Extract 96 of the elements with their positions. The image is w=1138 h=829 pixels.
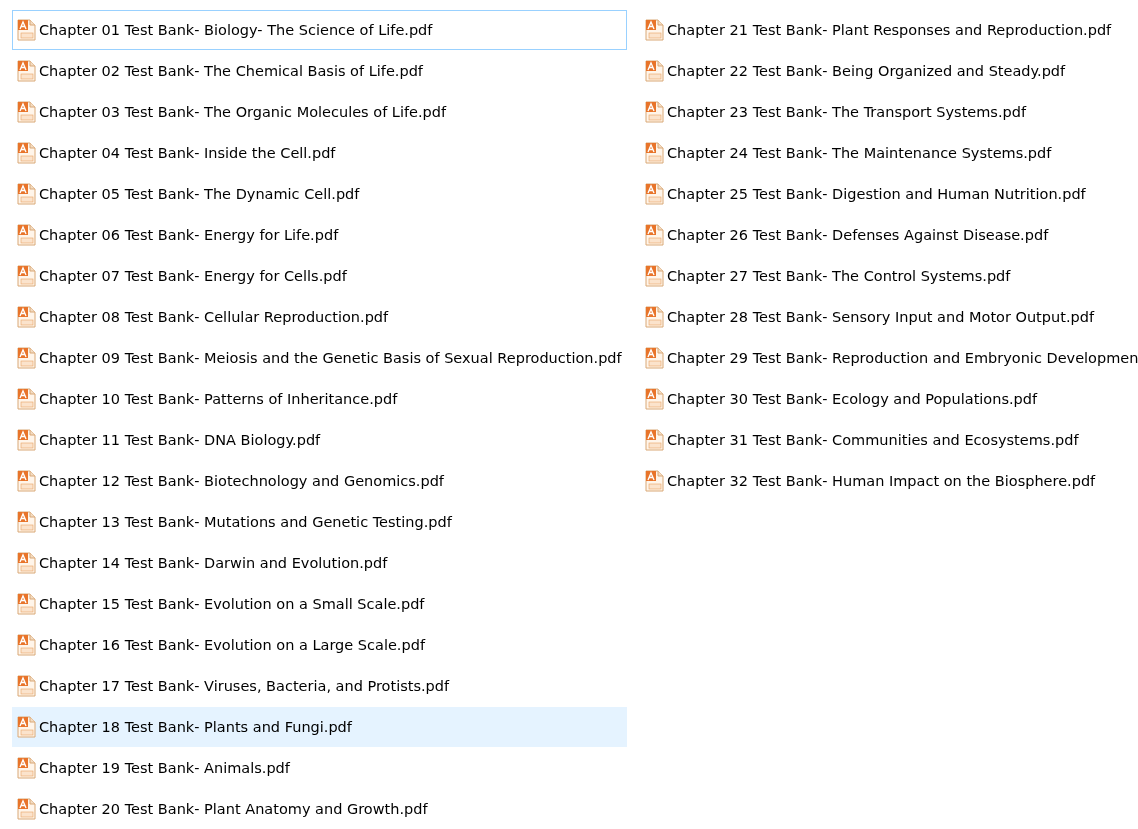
file-name: Chapter 18 Test Bank- Plants and Fungi.pdf	[39, 719, 352, 735]
file-item[interactable]: Chapter 08 Test Bank- Cellular Reproduction.pdf	[12, 297, 627, 337]
file-name: Chapter 31 Test Bank- Communities and Ecosystems.pdf	[667, 432, 1079, 448]
pdf-file-icon	[645, 60, 665, 82]
pdf-file-icon	[17, 593, 37, 615]
file-name: Chapter 25 Test Bank- Digestion and Human Nutrition.pdf	[667, 186, 1086, 202]
pdf-file-icon	[645, 470, 665, 492]
pdf-file-icon	[645, 347, 665, 369]
pdf-file-icon	[17, 224, 37, 246]
pdf-file-icon	[645, 306, 665, 328]
file-name: Chapter 09 Test Bank- Meiosis and the Genetic Basis of Sexual Reproduction.pdf	[39, 350, 622, 366]
file-name: Chapter 05 Test Bank- The Dynamic Cell.pdf	[39, 186, 360, 202]
pdf-file-icon	[645, 183, 665, 205]
file-item[interactable]: Chapter 16 Test Bank- Evolution on a Large Scale.pdf	[12, 625, 627, 665]
file-name: Chapter 14 Test Bank- Darwin and Evolution.pdf	[39, 555, 388, 571]
pdf-file-icon	[17, 798, 37, 820]
file-item[interactable]: Chapter 12 Test Bank- Biotechnology and Genomics.pdf	[12, 461, 627, 501]
file-item[interactable]: Chapter 02 Test Bank- The Chemical Basis of Life.pdf	[12, 51, 627, 91]
file-item[interactable]: Chapter 10 Test Bank- Patterns of Inheritance.pdf	[12, 379, 627, 419]
file-item[interactable]: Chapter 17 Test Bank- Viruses, Bacteria, and Protists.pdf	[12, 666, 627, 706]
file-name: Chapter 12 Test Bank- Biotechnology and Genomics.pdf	[39, 473, 444, 489]
file-name: Chapter 28 Test Bank- Sensory Input and Motor Output.pdf	[667, 309, 1094, 325]
pdf-file-icon	[17, 429, 37, 451]
pdf-file-icon	[17, 634, 37, 656]
pdf-file-icon	[17, 716, 37, 738]
pdf-file-icon	[645, 224, 665, 246]
file-item[interactable]: Chapter 22 Test Bank- Being Organized and Steady.pdf	[640, 51, 1138, 91]
file-name: Chapter 11 Test Bank- DNA Biology.pdf	[39, 432, 321, 448]
file-name: Chapter 15 Test Bank- Evolution on a Small Scale.pdf	[39, 596, 425, 612]
file-name: Chapter 02 Test Bank- The Chemical Basis of Life.pdf	[39, 63, 423, 79]
file-name: Chapter 22 Test Bank- Being Organized and Steady.pdf	[667, 63, 1066, 79]
file-name: Chapter 21 Test Bank- Plant Responses and Reproduction.pdf	[667, 22, 1112, 38]
file-name: Chapter 17 Test Bank- Viruses, Bacteria, and Protists.pdf	[39, 678, 450, 694]
pdf-file-icon	[645, 265, 665, 287]
file-item[interactable]: Chapter 05 Test Bank- The Dynamic Cell.pdf	[12, 174, 627, 214]
file-item[interactable]: Chapter 31 Test Bank- Communities and Ecosystems.pdf	[640, 420, 1138, 460]
file-item[interactable]: Chapter 26 Test Bank- Defenses Against Disease.pdf	[640, 215, 1138, 255]
pdf-file-icon	[645, 429, 665, 451]
pdf-file-icon	[645, 19, 665, 41]
file-item[interactable]: Chapter 03 Test Bank- The Organic Molecules of Life.pdf	[12, 92, 627, 132]
file-item[interactable]: Chapter 29 Test Bank- Reproduction and Embryonic Developmen	[640, 338, 1138, 378]
pdf-file-icon	[17, 757, 37, 779]
pdf-file-icon	[17, 552, 37, 574]
file-item[interactable]: Chapter 20 Test Bank- Plant Anatomy and Growth.pdf	[12, 789, 627, 829]
pdf-file-icon	[17, 142, 37, 164]
pdf-file-icon	[17, 265, 37, 287]
file-item[interactable]: Chapter 06 Test Bank- Energy for Life.pdf	[12, 215, 627, 255]
file-item[interactable]: Chapter 27 Test Bank- The Control Systems.pdf	[640, 256, 1138, 296]
file-name: Chapter 24 Test Bank- The Maintenance Systems.pdf	[667, 145, 1052, 161]
file-item[interactable]: Chapter 11 Test Bank- DNA Biology.pdf	[12, 420, 627, 460]
pdf-file-icon	[17, 306, 37, 328]
file-item[interactable]: Chapter 04 Test Bank- Inside the Cell.pdf	[12, 133, 627, 173]
file-item[interactable]: Chapter 19 Test Bank- Animals.pdf	[12, 748, 627, 788]
file-name: Chapter 03 Test Bank- The Organic Molecules of Life.pdf	[39, 104, 447, 120]
pdf-file-icon	[17, 19, 37, 41]
file-name: Chapter 07 Test Bank- Energy for Cells.pdf	[39, 268, 347, 284]
file-item[interactable]: Chapter 09 Test Bank- Meiosis and the Genetic Basis of Sexual Reproduction.pdf	[12, 338, 627, 378]
file-name: Chapter 04 Test Bank- Inside the Cell.pdf	[39, 145, 336, 161]
file-item[interactable]: Chapter 07 Test Bank- Energy for Cells.pdf	[12, 256, 627, 296]
pdf-file-icon	[17, 675, 37, 697]
file-item[interactable]: Chapter 18 Test Bank- Plants and Fungi.pdf	[12, 707, 627, 747]
pdf-file-icon	[645, 388, 665, 410]
pdf-file-icon	[17, 470, 37, 492]
file-name: Chapter 26 Test Bank- Defenses Against Disease.pdf	[667, 227, 1049, 243]
file-item[interactable]: Chapter 13 Test Bank- Mutations and Genetic Testing.pdf	[12, 502, 627, 542]
file-item[interactable]: Chapter 24 Test Bank- The Maintenance Systems.pdf	[640, 133, 1138, 173]
pdf-file-icon	[17, 511, 37, 533]
file-name: Chapter 01 Test Bank- Biology- The Science of Life.pdf	[39, 22, 433, 38]
pdf-file-icon	[17, 388, 37, 410]
file-name: Chapter 10 Test Bank- Patterns of Inheritance.pdf	[39, 391, 398, 407]
file-name: Chapter 29 Test Bank- Reproduction and Embryonic Developmen	[667, 350, 1138, 366]
file-item[interactable]: Chapter 32 Test Bank- Human Impact on the Biosphere.pdf	[640, 461, 1138, 501]
file-item[interactable]: Chapter 15 Test Bank- Evolution on a Small Scale.pdf	[12, 584, 627, 624]
file-name: Chapter 30 Test Bank- Ecology and Populations.pdf	[667, 391, 1038, 407]
file-item[interactable]: Chapter 14 Test Bank- Darwin and Evolution.pdf	[12, 543, 627, 583]
pdf-file-icon	[17, 347, 37, 369]
file-item[interactable]: Chapter 25 Test Bank- Digestion and Human Nutrition.pdf	[640, 174, 1138, 214]
file-name: Chapter 13 Test Bank- Mutations and Genetic Testing.pdf	[39, 514, 452, 530]
pdf-file-icon	[645, 142, 665, 164]
file-item[interactable]: Chapter 01 Test Bank- Biology- The Science of Life.pdf	[12, 10, 627, 50]
file-name: Chapter 06 Test Bank- Energy for Life.pdf	[39, 227, 339, 243]
pdf-file-icon	[17, 183, 37, 205]
file-name: Chapter 32 Test Bank- Human Impact on the Biosphere.pdf	[667, 473, 1096, 489]
file-name: Chapter 19 Test Bank- Animals.pdf	[39, 760, 290, 776]
file-name: Chapter 08 Test Bank- Cellular Reproduction.pdf	[39, 309, 389, 325]
file-item[interactable]: Chapter 23 Test Bank- The Transport Systems.pdf	[640, 92, 1138, 132]
pdf-file-icon	[645, 101, 665, 123]
file-name: Chapter 16 Test Bank- Evolution on a Large Scale.pdf	[39, 637, 425, 653]
file-name: Chapter 27 Test Bank- The Control Systems.pdf	[667, 268, 1011, 284]
file-name: Chapter 20 Test Bank- Plant Anatomy and Growth.pdf	[39, 801, 428, 817]
file-item[interactable]: Chapter 28 Test Bank- Sensory Input and Motor Output.pdf	[640, 297, 1138, 337]
file-item[interactable]: Chapter 30 Test Bank- Ecology and Populations.pdf	[640, 379, 1138, 419]
file-item[interactable]: Chapter 21 Test Bank- Plant Responses and Reproduction.pdf	[640, 10, 1138, 50]
pdf-file-icon	[17, 101, 37, 123]
pdf-file-icon	[17, 60, 37, 82]
file-name: Chapter 23 Test Bank- The Transport Systems.pdf	[667, 104, 1027, 120]
